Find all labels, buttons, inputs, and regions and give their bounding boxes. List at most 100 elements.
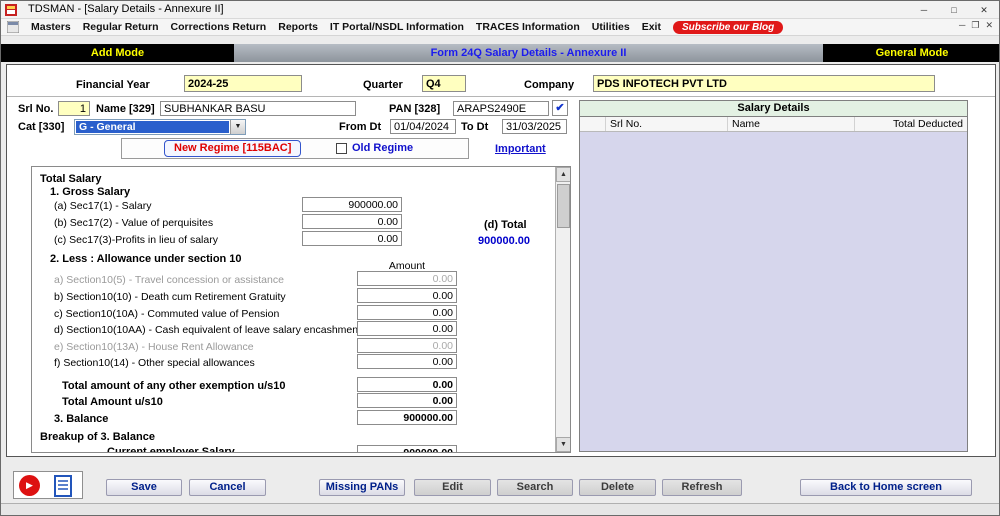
gross-total-value: 900000.00 bbox=[478, 235, 530, 247]
us10-total-label: Total Amount u/s10 bbox=[62, 396, 163, 408]
tdsman-window: TDSMAN - [Salary Details - Annexure II] … bbox=[0, 0, 1000, 516]
quarter-field[interactable]: Q4 bbox=[422, 75, 466, 92]
exemption-total-field: 0.00 bbox=[357, 377, 457, 392]
subscribe-blog-button[interactable]: Subscribe our Blog bbox=[672, 20, 784, 34]
breakup-heading: Breakup of 3. Balance bbox=[40, 431, 155, 443]
total-salary-heading: Total Salary bbox=[40, 173, 102, 185]
mode-bar: Add Mode Form 24Q Salary Details - Annex… bbox=[1, 44, 999, 62]
name-column-header[interactable]: Name bbox=[728, 117, 855, 131]
srl-no-label: Srl No. bbox=[18, 103, 54, 115]
gross-salary-heading: 1. Gross Salary bbox=[50, 186, 131, 198]
form-scrollbar[interactable]: ▲ ▼ bbox=[555, 167, 570, 452]
to-date-label: To Dt bbox=[461, 121, 489, 133]
refresh-button[interactable]: Refresh bbox=[662, 479, 742, 496]
sec10-10a-field[interactable]: 0.00 bbox=[357, 305, 457, 320]
us10-total-field: 0.00 bbox=[357, 393, 457, 408]
menu-reports[interactable]: Reports bbox=[278, 21, 318, 33]
pan-field[interactable]: ARAPS2490E bbox=[453, 101, 549, 116]
sec17-3-label: (c) Sec17(3)-Profits in lieu of salary bbox=[54, 234, 218, 246]
mdi-close-button[interactable]: ✕ bbox=[985, 20, 993, 31]
srl-no-column-header[interactable]: Srl No. bbox=[606, 117, 728, 131]
selector-column-header bbox=[580, 117, 606, 131]
less-allowance-heading: 2. Less : Allowance under section 10 bbox=[50, 253, 242, 265]
mdi-minimize-button[interactable]: ─ bbox=[959, 20, 965, 31]
sec10-10aa-field[interactable]: 0.00 bbox=[357, 321, 457, 336]
company-field[interactable]: PDS INFOTECH PVT LTD bbox=[593, 75, 935, 92]
sec17-2-label: (b) Sec17(2) - Value of perquisites bbox=[54, 217, 214, 229]
header-separator bbox=[7, 96, 995, 97]
save-button[interactable]: Save bbox=[106, 479, 182, 496]
form-title: Form 24Q Salary Details - Annexure II bbox=[234, 44, 823, 62]
window-title: TDSMAN - [Salary Details - Annexure II] bbox=[28, 3, 224, 15]
current-employer-salary-field: 900000.00 bbox=[357, 445, 457, 452]
from-date-field[interactable]: 01/04/2024 bbox=[390, 119, 456, 134]
financial-year-label: Financial Year bbox=[76, 79, 150, 91]
menu-traces-information[interactable]: TRACES Information bbox=[476, 21, 580, 33]
balance-field: 900000.00 bbox=[357, 410, 457, 425]
salary-details-table: Srl No. Name Total Deducted bbox=[579, 117, 968, 452]
maximize-button[interactable]: □ bbox=[939, 1, 969, 19]
sec10-14-field[interactable]: 0.00 bbox=[357, 354, 457, 369]
sec10-10a-label: c) Section10(10A) - Commuted value of Pe… bbox=[54, 308, 280, 320]
important-link[interactable]: Important bbox=[495, 143, 546, 156]
status-bar bbox=[1, 503, 999, 515]
general-mode-label: General Mode bbox=[875, 47, 949, 59]
menu-utilities[interactable]: Utilities bbox=[592, 21, 630, 33]
play-video-icon[interactable]: ▶ bbox=[19, 475, 40, 496]
edit-button[interactable]: Edit bbox=[414, 479, 491, 496]
sec17-1-field[interactable]: 900000.00 bbox=[302, 197, 402, 212]
close-button[interactable]: ✕ bbox=[969, 1, 999, 19]
back-to-home-button[interactable]: Back to Home screen bbox=[800, 479, 972, 496]
old-regime-label[interactable]: Old Regime bbox=[352, 142, 413, 155]
current-employer-salary-label: Current employer Salary bbox=[107, 446, 235, 453]
sec17-3-field[interactable]: 0.00 bbox=[302, 231, 402, 246]
mdi-restore-button[interactable]: ❐ bbox=[971, 20, 979, 31]
total-deducted-column-header[interactable]: Total Deducted bbox=[855, 117, 967, 131]
missing-pans-button[interactable]: Missing PANs bbox=[319, 479, 405, 496]
bottom-bar: ▶ Save Cancel Missing PANs Edit Search D… bbox=[1, 457, 999, 503]
pan-valid-check-icon: ✔ bbox=[552, 100, 568, 116]
financial-year-field[interactable]: 2024-25 bbox=[184, 75, 302, 92]
sec10-10-field[interactable]: 0.00 bbox=[357, 288, 457, 303]
dropdown-arrow-icon[interactable]: ▼ bbox=[230, 120, 245, 134]
salary-form-scroll-area: Total Salary 1. Gross Salary (a) Sec17(1… bbox=[31, 166, 571, 453]
cancel-button[interactable]: Cancel bbox=[189, 479, 266, 496]
pan-label: PAN [328] bbox=[389, 103, 441, 115]
scrollbar-thumb[interactable] bbox=[557, 184, 570, 228]
menu-it-portal-nsdl[interactable]: IT Portal/NSDL Information bbox=[330, 21, 464, 33]
search-button[interactable]: Search bbox=[497, 479, 573, 496]
scroll-up-icon[interactable]: ▲ bbox=[556, 167, 570, 182]
app-icon bbox=[5, 4, 17, 16]
srl-no-field[interactable]: 1 bbox=[58, 101, 90, 116]
menu-exit[interactable]: Exit bbox=[642, 21, 661, 33]
salary-details-column-headers: Srl No. Name Total Deducted bbox=[580, 117, 967, 132]
menu-regular-return[interactable]: Regular Return bbox=[83, 21, 159, 33]
sec10-5-label: a) Section10(5) - Travel concession or a… bbox=[54, 274, 284, 286]
salary-details-empty-list[interactable] bbox=[580, 132, 967, 451]
sec17-2-field[interactable]: 0.00 bbox=[302, 214, 402, 229]
old-regime-checkbox[interactable] bbox=[336, 143, 347, 154]
delete-button[interactable]: Delete bbox=[579, 479, 656, 496]
scroll-down-icon[interactable]: ▼ bbox=[556, 437, 570, 452]
menu-bar: Masters Regular Return Corrections Retur… bbox=[1, 19, 999, 36]
name-field[interactable]: SUBHANKAR BASU bbox=[160, 101, 356, 116]
gross-total-label: (d) Total bbox=[484, 219, 527, 231]
minimize-button[interactable]: ─ bbox=[909, 1, 939, 19]
help-document-icon[interactable] bbox=[54, 475, 72, 497]
balance-label: 3. Balance bbox=[54, 413, 109, 425]
new-regime-button[interactable]: New Regime [115BAC] bbox=[164, 140, 302, 157]
title-bar: TDSMAN - [Salary Details - Annexure II] … bbox=[1, 1, 999, 19]
category-label: Cat [330] bbox=[18, 121, 65, 133]
category-dropdown[interactable]: G - General ▼ bbox=[74, 119, 246, 135]
category-selected-value: G - General bbox=[76, 121, 229, 133]
sec10-10aa-label: d) Section10(10AA) - Cash equivalent of … bbox=[54, 324, 362, 336]
sec17-1-label: (a) Sec17(1) - Salary bbox=[54, 200, 152, 212]
salary-details-panel-title: Salary Details bbox=[579, 100, 968, 117]
menu-masters[interactable]: Masters bbox=[31, 21, 71, 33]
to-date-field[interactable]: 31/03/2025 bbox=[502, 119, 567, 134]
sec10-13a-label: e) Section10(13A) - House Rent Allowance bbox=[54, 341, 254, 353]
menu-corrections-return[interactable]: Corrections Return bbox=[171, 21, 267, 33]
add-mode-label: Add Mode bbox=[90, 47, 145, 59]
mdi-window-controls: ─ ❐ ✕ bbox=[959, 20, 993, 31]
mdi-child-icon bbox=[7, 21, 19, 33]
